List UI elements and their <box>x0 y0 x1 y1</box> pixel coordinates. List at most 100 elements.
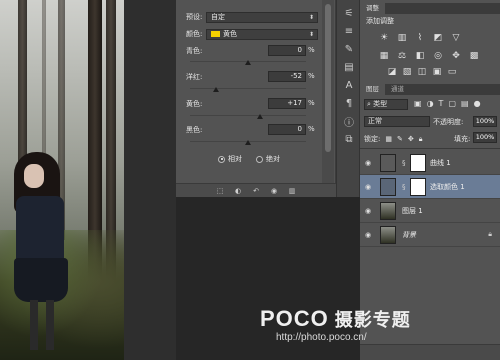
adjustment-filter-icon[interactable]: ◑ <box>427 99 434 108</box>
blend-mode-value: 正常 <box>368 117 382 125</box>
eye-icon[interactable]: ◉ <box>365 159 371 167</box>
layer-name[interactable]: 选取颜色 1 <box>430 182 465 192</box>
color-balance-icon[interactable]: ⚖ <box>396 50 408 62</box>
tab-channels[interactable]: 通道 <box>385 84 410 95</box>
chevron-down-icon: ⬍ <box>308 14 314 21</box>
layer-name[interactable]: 背景 <box>402 230 416 240</box>
radio-relative-label: 相对 <box>228 155 242 163</box>
tab-layers[interactable]: 图层 <box>360 84 385 95</box>
magenta-label: 洋红: <box>186 73 203 81</box>
selective-color-icon[interactable]: ▣ <box>431 66 443 78</box>
pixel-filter-icon[interactable]: ▣ <box>414 99 422 108</box>
preset-value: 自定 <box>211 13 225 21</box>
invert-icon[interactable]: ◪ <box>386 66 398 78</box>
info-icon[interactable]: ⓘ <box>342 114 356 129</box>
brush-icon[interactable]: ✎ <box>342 42 356 56</box>
color-value: 黄色 <box>223 30 237 38</box>
blend-mode-select[interactable]: 正常 <box>364 116 430 127</box>
magenta-slider-thumb[interactable] <box>213 87 219 92</box>
link-icon[interactable]: § <box>402 159 406 167</box>
layer-row[interactable]: ◉ 背景 🔒︎ <box>360 223 500 247</box>
layer-comps-icon[interactable]: ⧉ <box>342 132 356 146</box>
yellow-input[interactable]: +17 <box>268 98 306 109</box>
radio-dot[interactable] <box>256 155 263 163</box>
opacity-input[interactable]: 100% <box>473 116 497 127</box>
clip-to-layer-icon[interactable]: ⬚ <box>215 186 225 195</box>
view-previous-icon[interactable]: ◐ <box>233 186 243 195</box>
layer-row-selected[interactable]: ◉ § 选取颜色 1 <box>360 175 500 199</box>
girl-leg <box>46 300 54 350</box>
layer-name[interactable]: 曲线 1 <box>430 158 451 168</box>
lock-row: 锁定: ▦ ✎ ✥ 🔒︎ <box>364 134 422 144</box>
girl-leg <box>30 300 38 350</box>
black-input[interactable]: 0 <box>268 124 306 135</box>
reset-icon[interactable]: ↶ <box>251 186 261 195</box>
lock-pixels-icon[interactable]: ✎ <box>397 135 403 143</box>
photo-filter-icon[interactable]: ◎ <box>432 50 444 62</box>
cyan-slider-thumb[interactable] <box>245 60 251 65</box>
curves-icon[interactable]: ⌇ <box>414 32 426 44</box>
delete-icon[interactable]: ▥ <box>287 186 297 195</box>
posterize-icon[interactable]: ▧ <box>401 66 413 78</box>
layer-row[interactable]: ◉ § 曲线 1 <box>360 151 500 175</box>
percent-sign: % <box>308 46 315 54</box>
channel-mixer-icon[interactable]: ✥ <box>450 50 462 62</box>
exposure-icon[interactable]: ◩ <box>432 32 444 44</box>
character-icon[interactable]: A <box>342 78 356 92</box>
photo-layer-thumb <box>380 201 396 220</box>
history-icon[interactable]: ⚟ <box>342 6 356 20</box>
shape-filter-icon[interactable]: ▢ <box>448 99 456 108</box>
eye-icon[interactable]: ◉ <box>365 207 371 215</box>
link-icon[interactable]: § <box>402 183 406 191</box>
scrollbar-thumb[interactable] <box>325 4 331 152</box>
preset-label: 预设: <box>186 13 203 21</box>
brightness-icon[interactable]: ☀ <box>378 32 390 44</box>
threshold-icon[interactable]: ◫ <box>416 66 428 78</box>
document-photo <box>0 0 124 360</box>
tab-adjustments[interactable]: 调整 <box>360 3 385 14</box>
radio-absolute[interactable]: 绝对 <box>256 154 280 164</box>
filter-toggle-icon[interactable]: ● <box>474 99 481 108</box>
color-lookup-icon[interactable]: ▩ <box>468 50 480 62</box>
layer-row[interactable]: ◉ 图层 1 <box>360 199 500 223</box>
lock-position-icon[interactable]: ✥ <box>408 135 414 143</box>
lock-icon: 🔒︎ <box>488 230 492 238</box>
radio-relative[interactable]: 相对 <box>218 154 242 164</box>
levels-icon[interactable]: ▥ <box>396 32 408 44</box>
eye-icon[interactable]: ◉ <box>365 231 371 239</box>
hue-saturation-icon[interactable]: ▦ <box>378 50 390 62</box>
layer-kind-filter[interactable]: ⌕ 类型 <box>364 99 408 110</box>
lock-transparent-icon[interactable]: ▦ <box>385 135 392 143</box>
magenta-slider-track[interactable] <box>190 88 306 89</box>
layers-tabbar: 图层 通道 <box>360 84 500 95</box>
lock-all-icon[interactable]: 🔒︎ <box>419 135 423 144</box>
cyan-input[interactable]: 0 <box>268 45 306 56</box>
yellow-slider-thumb[interactable] <box>257 114 263 119</box>
layer-mask-thumb <box>410 153 426 172</box>
preset-select[interactable]: 自定 ⬍ <box>206 12 318 23</box>
layer-name[interactable]: 图层 1 <box>402 206 423 216</box>
paragraph-icon[interactable]: ¶ <box>342 96 356 110</box>
background-layer-thumb <box>380 225 396 244</box>
fill-input[interactable]: 100% <box>473 132 497 143</box>
magenta-input[interactable]: -52 <box>268 71 306 82</box>
panel-tool-strip: ⚟ ≡ ✎ ▤ A ¶ ⓘ ⧉ <box>336 0 360 197</box>
tool-presets-icon[interactable]: ▤ <box>342 60 356 74</box>
eye-icon[interactable]: ◉ <box>365 183 371 191</box>
yellow-slider-track[interactable] <box>190 115 306 116</box>
adjust-sliders-icon[interactable]: ≡ <box>342 24 356 38</box>
black-slider-thumb[interactable] <box>245 140 251 145</box>
color-select[interactable]: 黄色 ⬍ <box>206 29 318 40</box>
gradient-map-icon[interactable]: ▭ <box>446 66 458 78</box>
smart-object-filter-icon[interactable]: ▤ <box>461 99 469 108</box>
type-filter-icon[interactable]: T <box>439 99 444 108</box>
watermark-logo: POCO 摄影专题 <box>260 306 411 332</box>
vibrance-icon[interactable]: ▽ <box>450 32 462 44</box>
yellow-label: 黄色: <box>186 100 203 108</box>
radio-dot-selected[interactable] <box>218 155 225 163</box>
properties-scrollbar[interactable] <box>322 0 334 183</box>
black-white-icon[interactable]: ◧ <box>414 50 426 62</box>
visibility-icon[interactable]: ◉ <box>269 186 279 195</box>
watermark-cn: 摄影专题 <box>334 310 411 330</box>
